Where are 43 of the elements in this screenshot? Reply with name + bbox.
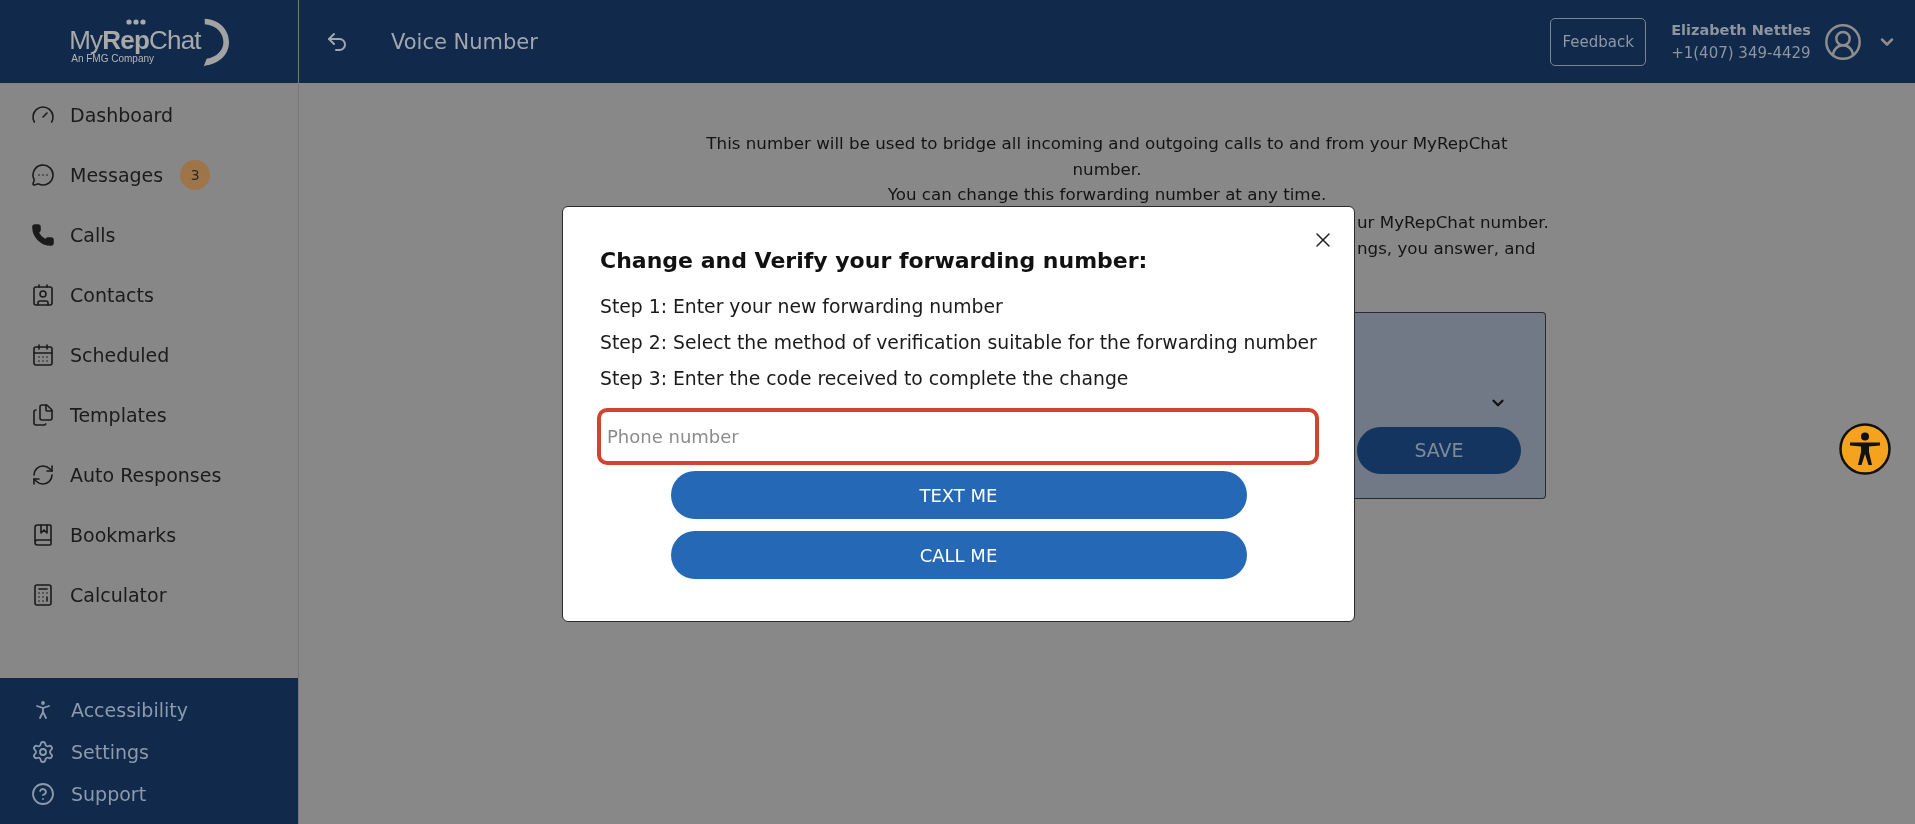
intro-text: You can change this forwarding number at any time. <box>886 183 1328 206</box>
dialog-title: Change and Verify your forwarding number: <box>600 247 1148 275</box>
settings-icon <box>31 740 55 764</box>
page-title: Voice Number <box>391 29 538 54</box>
sidebar-item[interactable]: Contacts <box>0 265 298 325</box>
partial-text: ur MyRepChat number. <box>1357 210 1549 234</box>
partial-text: ngs, you answer, and <box>1357 236 1536 260</box>
sidebar-item[interactable]: Support <box>0 773 298 815</box>
documents-icon <box>31 403 55 427</box>
verify-button[interactable]: CALL ME <box>670 531 1247 579</box>
sidebar-item[interactable]: Bookmarks <box>0 505 298 565</box>
step-text: Step 1: Enter your new forwarding number <box>600 295 1003 319</box>
verify-button[interactable]: TEXT ME <box>670 471 1247 519</box>
sidebar-item[interactable]: Auto Responses <box>0 445 298 505</box>
book-icon <box>31 523 55 547</box>
phone-icon <box>31 223 55 247</box>
logo-wordmark: MyRepChat <box>69 26 201 53</box>
dots-icon <box>126 18 147 25</box>
avatar-icon[interactable] <box>1823 21 1863 62</box>
sidebar-item[interactable]: Templates <box>0 385 298 445</box>
intro-text: This number will be used to bridge all incoming and outgoing calls to and from your MyRepChat number. <box>705 132 1509 181</box>
calendar-icon <box>31 343 55 367</box>
save-button[interactable]: SAVE <box>1357 426 1521 474</box>
chat-bubble-icon <box>31 163 55 187</box>
sidebar-item[interactable]: Dashboard <box>0 85 298 145</box>
count-badge: 3 <box>180 160 211 190</box>
sidebar-item[interactable]: Scheduled <box>0 325 298 385</box>
user-name: Elizabeth Nettles <box>1671 21 1811 38</box>
user-phone: +1(407) 349-4429 <box>1671 43 1811 62</box>
contact-card-icon <box>31 283 55 307</box>
phone-number-field[interactable]: Phone number <box>597 408 1319 465</box>
sidebar-item[interactable]: Settings <box>0 731 298 773</box>
sidebar-item[interactable]: Calls <box>0 205 298 265</box>
refresh-icon <box>31 463 55 487</box>
sidebar-item[interactable]: Messages 3 <box>0 145 298 205</box>
step-text: Step 2: Select the method of verification suitable for the forwarding number <box>600 331 1317 355</box>
help-icon <box>31 782 55 806</box>
sidebar-item[interactable]: Accessibility <box>0 689 298 731</box>
calculator-icon <box>31 583 55 607</box>
step-text: Step 3: Enter the code received to complete the change <box>600 367 1129 391</box>
feedback-button[interactable]: Feedback <box>1550 17 1647 66</box>
sidebar-item[interactable]: Calculator <box>0 565 298 625</box>
accessibility-icon[interactable] <box>1839 423 1891 475</box>
